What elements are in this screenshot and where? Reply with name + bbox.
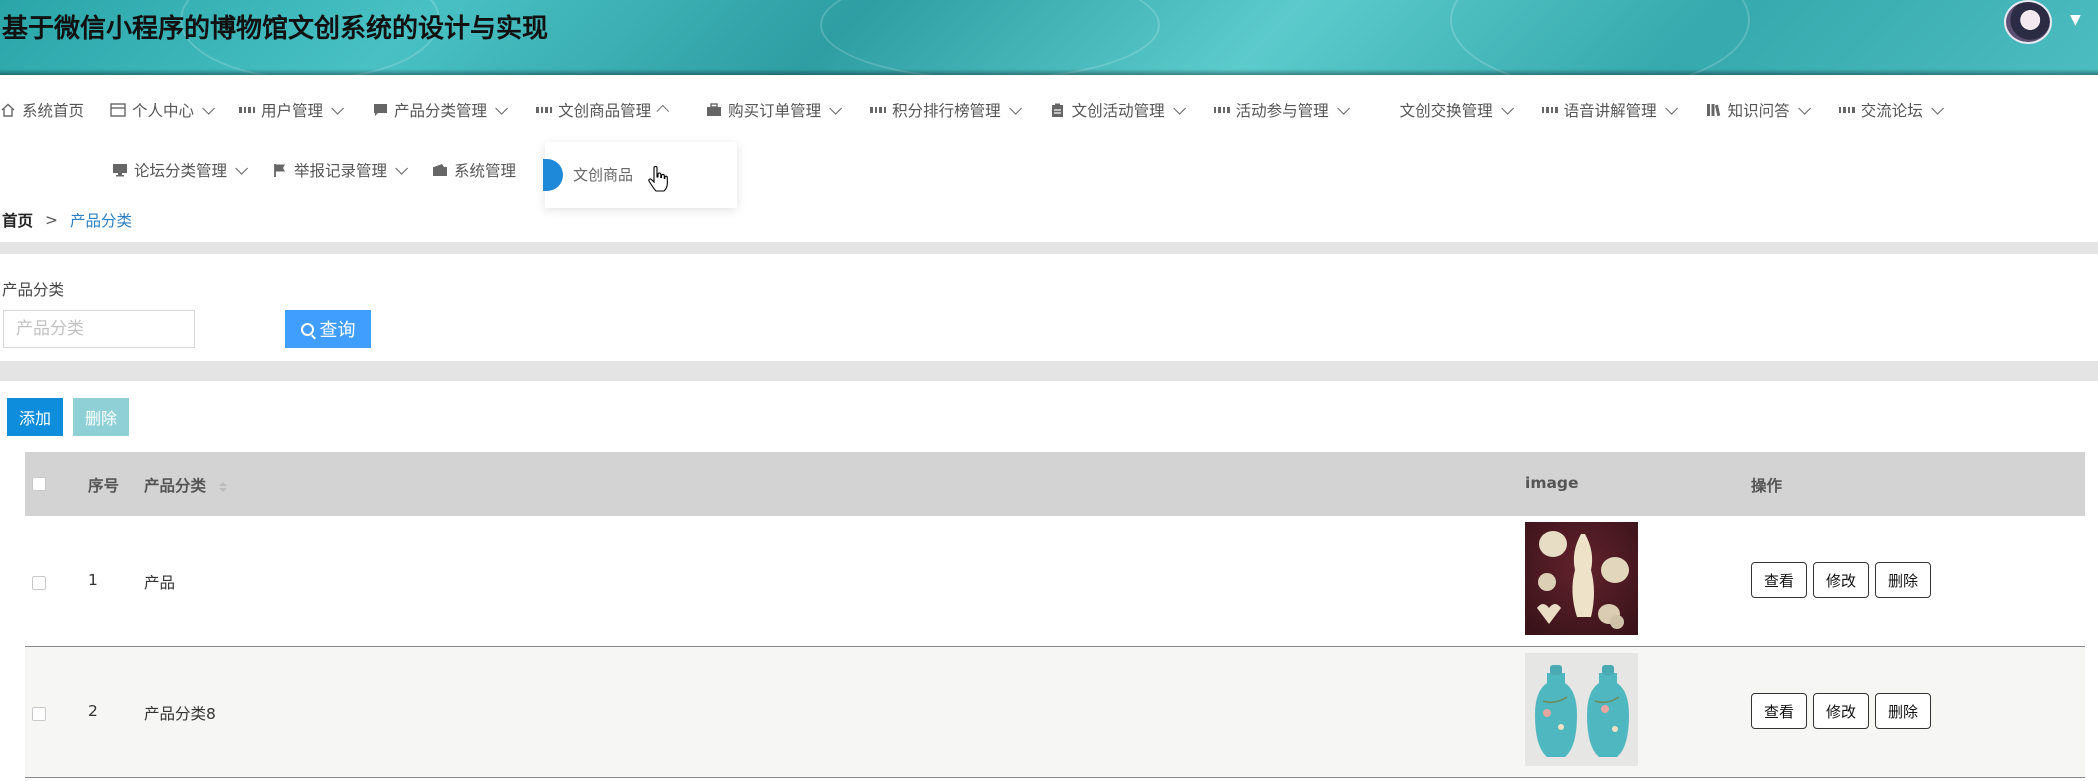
row-category: 产品分类8 (144, 705, 216, 723)
search-icon (300, 322, 314, 336)
product-image[interactable] (1525, 522, 1638, 635)
section-divider (0, 361, 2098, 381)
nav-item-users[interactable]: 用户管理 (239, 99, 345, 121)
chat-icon (372, 102, 388, 118)
grid-icon (1838, 102, 1855, 118)
chevron-down-icon (1500, 101, 1514, 115)
row-index: 2 (88, 702, 98, 720)
header-ops: 操作 (1751, 477, 1783, 495)
nav-item-participation[interactable]: 活动参与管理 (1213, 99, 1350, 121)
grid9-icon (1378, 102, 1394, 118)
header-decoration (1450, 0, 1750, 75)
chevron-down-icon (1797, 101, 1811, 115)
library-icon (1706, 102, 1722, 118)
header-shadow (0, 69, 2098, 75)
table-row: 1 产品 查看 修改 删除 (25, 516, 2085, 647)
nav-item-activities[interactable]: 文创活动管理 (1050, 99, 1186, 121)
chevron-down-icon[interactable]: ▼ (2070, 12, 2081, 28)
view-button[interactable]: 查看 (1751, 562, 1807, 598)
breadcrumb-current: 产品分类 (70, 212, 133, 230)
chevron-down-icon (495, 101, 509, 115)
row-index: 1 (88, 571, 98, 589)
chevron-up-icon (656, 104, 670, 118)
nav-item-exchange[interactable]: 文创交换管理 (1378, 99, 1514, 121)
flag-icon (272, 162, 288, 178)
chevron-down-icon (331, 101, 345, 115)
dropdown-indicator (543, 159, 563, 191)
nav-item-product-category[interactable]: 产品分类管理 (372, 99, 509, 121)
add-button[interactable]: 添加 (7, 398, 63, 436)
grid-icon (1213, 102, 1230, 118)
table-row: 2 产品分类8 查看 修改 删除 (25, 647, 2085, 778)
search-label: 产品分类 (2, 281, 65, 299)
header-category[interactable]: 产品分类 (144, 474, 228, 496)
header-decoration (820, 0, 1160, 75)
row-checkbox[interactable] (32, 707, 46, 721)
top-nav-row2: 论坛分类管理 举报记录管理 系统管理 (112, 156, 516, 184)
grid-icon (1541, 102, 1558, 118)
nav-item-points-ranking[interactable]: 积分排行榜管理 (870, 99, 1022, 121)
dropdown-item-products[interactable]: 文创商品 (573, 164, 633, 185)
chevron-down-icon (202, 101, 216, 115)
sort-icon[interactable] (219, 481, 228, 492)
nav-item-forum-category[interactable]: 论坛分类管理 (112, 159, 249, 181)
products-dropdown: 文创商品 (543, 142, 737, 208)
chevron-down-icon (1008, 101, 1022, 115)
breadcrumb-separator: > (45, 211, 59, 229)
app-header: 基于微信小程序的博物馆文创系统的设计与实现 ▼ (0, 0, 2098, 75)
edit-button[interactable]: 修改 (1813, 693, 1869, 729)
delete-button[interactable]: 删除 (1875, 693, 1931, 729)
chevron-down-icon (1930, 101, 1944, 115)
view-button[interactable]: 查看 (1751, 693, 1807, 729)
edit-button[interactable]: 修改 (1813, 562, 1869, 598)
chevron-down-icon (1664, 101, 1678, 115)
category-table: 序号 产品分类 image 操作 1 产品 查看 修改 删除 2 产品分类8 查… (25, 452, 2085, 778)
breadcrumb: 首页 > 产品分类 (2, 209, 132, 231)
nav-item-forum[interactable]: 交流论坛 (1838, 99, 1944, 121)
select-all-checkbox[interactable] (32, 477, 46, 491)
chevron-down-icon (395, 161, 409, 175)
profile-icon (110, 102, 126, 118)
search-input[interactable] (3, 310, 195, 348)
batch-delete-button[interactable]: 删除 (73, 398, 129, 436)
section-divider (0, 242, 2098, 254)
chevron-down-icon (1336, 101, 1350, 115)
nav-item-reports[interactable]: 举报记录管理 (272, 159, 409, 181)
header-image: image (1525, 474, 1579, 492)
grid-icon (536, 102, 553, 118)
chevron-down-icon (1172, 101, 1186, 115)
nav-item-audio-guide[interactable]: 语音讲解管理 (1541, 99, 1678, 121)
chevron-down-icon (235, 161, 249, 175)
clipboard-icon (1050, 102, 1066, 118)
nav-item-system[interactable]: 系统管理 (432, 159, 516, 181)
home-icon (0, 102, 16, 118)
chevron-down-icon (829, 101, 843, 115)
nav-item-home[interactable]: 系统首页 (0, 99, 84, 121)
nav-item-orders[interactable]: 购买订单管理 (706, 99, 843, 121)
row-category: 产品 (144, 574, 176, 592)
monitor-icon (112, 162, 128, 178)
search-button[interactable]: 查询 (285, 310, 371, 348)
nav-item-products[interactable]: 文创商品管理 (536, 99, 670, 121)
breadcrumb-home[interactable]: 首页 (2, 209, 33, 231)
header-index: 序号 (88, 477, 120, 495)
delete-button[interactable]: 删除 (1875, 562, 1931, 598)
grid-icon (870, 102, 887, 118)
grid-icon (239, 102, 256, 118)
nav-item-quiz[interactable]: 知识问答 (1706, 99, 1811, 121)
hand-cursor-icon (648, 166, 668, 192)
nav-item-profile[interactable]: 个人中心 (110, 99, 216, 121)
user-avatar[interactable] (2004, 0, 2052, 44)
briefcase-icon (706, 102, 722, 118)
row-checkbox[interactable] (32, 576, 46, 590)
wallet-icon (432, 162, 448, 178)
site-title: 基于微信小程序的博物馆文创系统的设计与实现 (2, 14, 549, 44)
table-header: 序号 产品分类 image 操作 (25, 452, 2085, 516)
product-image[interactable] (1525, 653, 1638, 766)
top-nav: 系统首页 个人中心 用户管理 产品分类管理 文创商品管理 购买订单管理 积分排行… (0, 96, 1944, 124)
